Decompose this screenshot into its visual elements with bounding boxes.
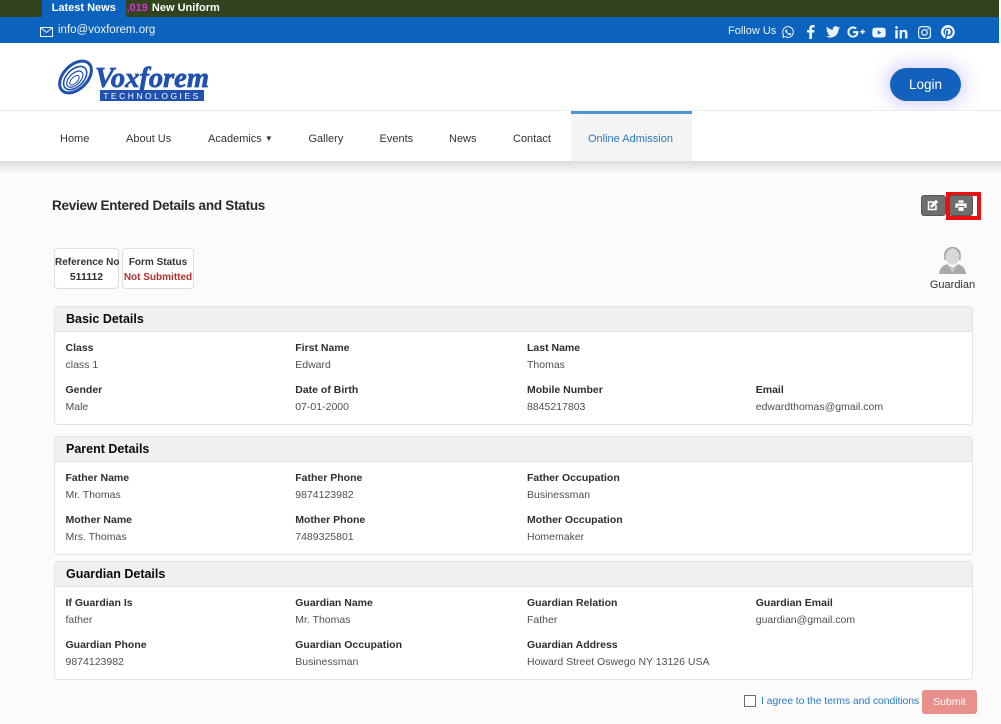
svg-text:TECHNOLOGIES: TECHNOLOGIES (103, 91, 201, 101)
svg-text:Voxforem: Voxforem (95, 63, 209, 94)
